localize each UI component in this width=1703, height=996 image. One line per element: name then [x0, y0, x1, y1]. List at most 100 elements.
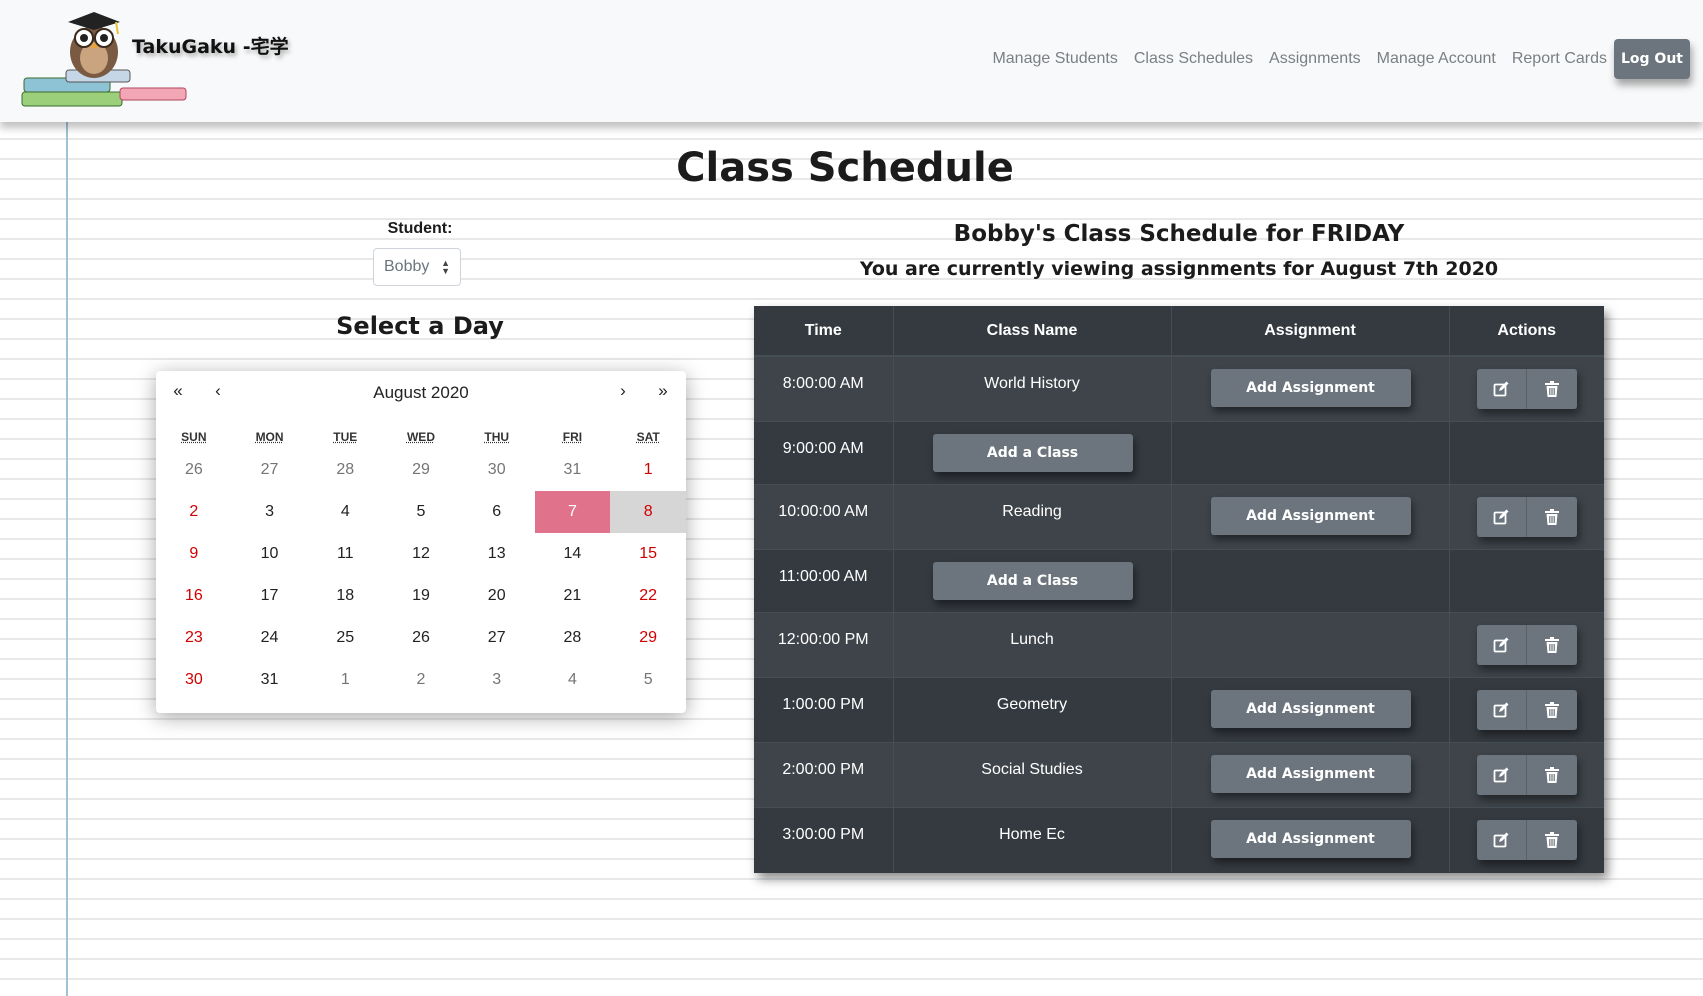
- add-assignment-button[interactable]: Add Assignment: [1210, 496, 1411, 535]
- calendar-day[interactable]: 10: [232, 533, 308, 575]
- calendar-day[interactable]: 6: [459, 491, 535, 533]
- nav-class-schedules[interactable]: Class Schedules: [1134, 50, 1253, 68]
- calendar-day[interactable]: 27: [232, 449, 308, 491]
- table-row: 2:00:00 PM Social Studies Add Assignment: [754, 741, 1604, 807]
- calendar-day[interactable]: 13: [459, 533, 535, 575]
- calendar-day[interactable]: 28: [307, 449, 383, 491]
- calendar-day[interactable]: 8: [610, 491, 686, 533]
- add-assignment-button[interactable]: Add Assignment: [1210, 689, 1411, 728]
- calendar-day[interactable]: 9: [156, 533, 232, 575]
- calendar-day[interactable]: 3: [459, 659, 535, 701]
- calendar-day[interactable]: 5: [383, 491, 459, 533]
- calendar-day[interactable]: 29: [610, 617, 686, 659]
- calendar-day[interactable]: 22: [610, 575, 686, 617]
- edit-button[interactable]: [1476, 496, 1527, 537]
- cell-assignment: Add Assignment: [1171, 676, 1450, 742]
- calendar-day[interactable]: 4: [535, 659, 611, 701]
- calendar-day[interactable]: 23: [156, 617, 232, 659]
- next-year-button[interactable]: »: [651, 381, 675, 401]
- calendar-day[interactable]: 25: [307, 617, 383, 659]
- student-select-value: Bobby: [384, 258, 430, 275]
- calendar-day[interactable]: 15: [610, 533, 686, 575]
- calendar-day[interactable]: 27: [459, 617, 535, 659]
- calendar-day[interactable]: 2: [383, 659, 459, 701]
- add-assignment-button[interactable]: Add Assignment: [1210, 754, 1411, 793]
- nav-report-cards[interactable]: Report Cards: [1512, 50, 1607, 68]
- calendar-day[interactable]: 2: [156, 491, 232, 533]
- add-assignment-button[interactable]: Add Assignment: [1210, 369, 1411, 407]
- add-class-button[interactable]: Add a Class: [932, 561, 1133, 600]
- calendar-day[interactable]: 18: [307, 575, 383, 617]
- nav-links: Manage Students Class Schedules Assignme…: [992, 50, 1607, 68]
- cell-class: Home Ec: [893, 806, 1172, 872]
- calendar-day[interactable]: 4: [307, 491, 383, 533]
- nav-assignments[interactable]: Assignments: [1269, 50, 1361, 68]
- calendar-day[interactable]: 16: [156, 575, 232, 617]
- calendar-day[interactable]: 17: [232, 575, 308, 617]
- edit-button[interactable]: [1476, 819, 1527, 860]
- edit-button[interactable]: [1476, 689, 1527, 730]
- logout-button[interactable]: Log Out: [1614, 39, 1690, 79]
- calendar: « ‹ August 2020 › » SUN MON TUE WED THU …: [156, 371, 686, 713]
- calendar-day[interactable]: 5: [610, 659, 686, 701]
- calendar-day[interactable]: 20: [459, 575, 535, 617]
- calendar-day[interactable]: 31: [232, 659, 308, 701]
- calendar-day[interactable]: 1: [610, 449, 686, 491]
- edit-button[interactable]: [1476, 754, 1527, 795]
- edit-button[interactable]: [1476, 369, 1527, 409]
- delete-button[interactable]: [1526, 369, 1577, 409]
- calendar-day[interactable]: 3: [232, 491, 308, 533]
- student-select[interactable]: Bobby ▲ ▼: [373, 248, 461, 286]
- trash-icon: [1544, 381, 1559, 397]
- calendar-day[interactable]: 24: [232, 617, 308, 659]
- select-arrows-icon: ▲ ▼: [441, 258, 450, 276]
- calendar-day[interactable]: 1: [307, 659, 383, 701]
- calendar-day[interactable]: 26: [156, 449, 232, 491]
- calendar-day[interactable]: 28: [535, 617, 611, 659]
- delete-button[interactable]: [1526, 496, 1577, 537]
- delete-button[interactable]: [1526, 754, 1577, 795]
- nav-manage-students[interactable]: Manage Students: [992, 50, 1117, 68]
- delete-button[interactable]: [1526, 689, 1577, 730]
- cell-time: 11:00:00 AM: [754, 548, 894, 612]
- table-row: 11:00:00 AM Add a Class: [754, 548, 1604, 612]
- calendar-day[interactable]: 21: [535, 575, 611, 617]
- calendar-day[interactable]: 29: [383, 449, 459, 491]
- calendar-day[interactable]: 30: [156, 659, 232, 701]
- delete-button[interactable]: [1526, 819, 1577, 860]
- cell-class: Geometry: [893, 676, 1172, 742]
- cell-assignment: [1171, 611, 1450, 677]
- calendar-month-label[interactable]: August 2020: [156, 383, 686, 403]
- calendar-week: 30 31 1 2 3 4 5: [156, 659, 686, 701]
- calendar-week: 16 17 18 19 20 21 22: [156, 575, 686, 617]
- edit-button[interactable]: [1476, 624, 1527, 665]
- add-assignment-button[interactable]: Add Assignment: [1210, 819, 1411, 858]
- calendar-day-selected[interactable]: 7: [534, 491, 611, 533]
- schedule-table: Time Class Name Assignment Actions 8:00:…: [754, 306, 1604, 872]
- header-class-name: Class Name: [893, 306, 1172, 357]
- calendar-day[interactable]: 26: [383, 617, 459, 659]
- add-class-button[interactable]: Add a Class: [932, 433, 1133, 472]
- calendar-day[interactable]: 11: [307, 533, 383, 575]
- edit-icon: [1493, 767, 1509, 782]
- brand-name[interactable]: TakuGaku -宅学: [132, 32, 289, 59]
- calendar-nav: « ‹ August 2020 › »: [156, 371, 686, 413]
- calendar-day[interactable]: 12: [383, 533, 459, 575]
- edit-icon: [1493, 509, 1509, 524]
- calendar-day[interactable]: 31: [535, 449, 611, 491]
- calendar-day[interactable]: 14: [535, 533, 611, 575]
- cell-actions: [1449, 483, 1604, 549]
- edit-icon: [1493, 637, 1509, 652]
- cell-assignment: [1171, 548, 1450, 612]
- next-month-button[interactable]: ›: [611, 381, 635, 401]
- calendar-day[interactable]: 19: [383, 575, 459, 617]
- action-button-group: [1476, 689, 1577, 730]
- cell-time: 1:00:00 PM: [754, 676, 894, 742]
- calendar-day[interactable]: 30: [459, 449, 535, 491]
- calendar-week: 2 3 4 5 6 7 8: [156, 491, 686, 533]
- weekday-thu: THU: [484, 430, 510, 444]
- nav-manage-account[interactable]: Manage Account: [1377, 50, 1496, 68]
- owl-logo-icon[interactable]: [20, 8, 190, 112]
- header-assignment: Assignment: [1171, 306, 1450, 357]
- delete-button[interactable]: [1526, 624, 1577, 665]
